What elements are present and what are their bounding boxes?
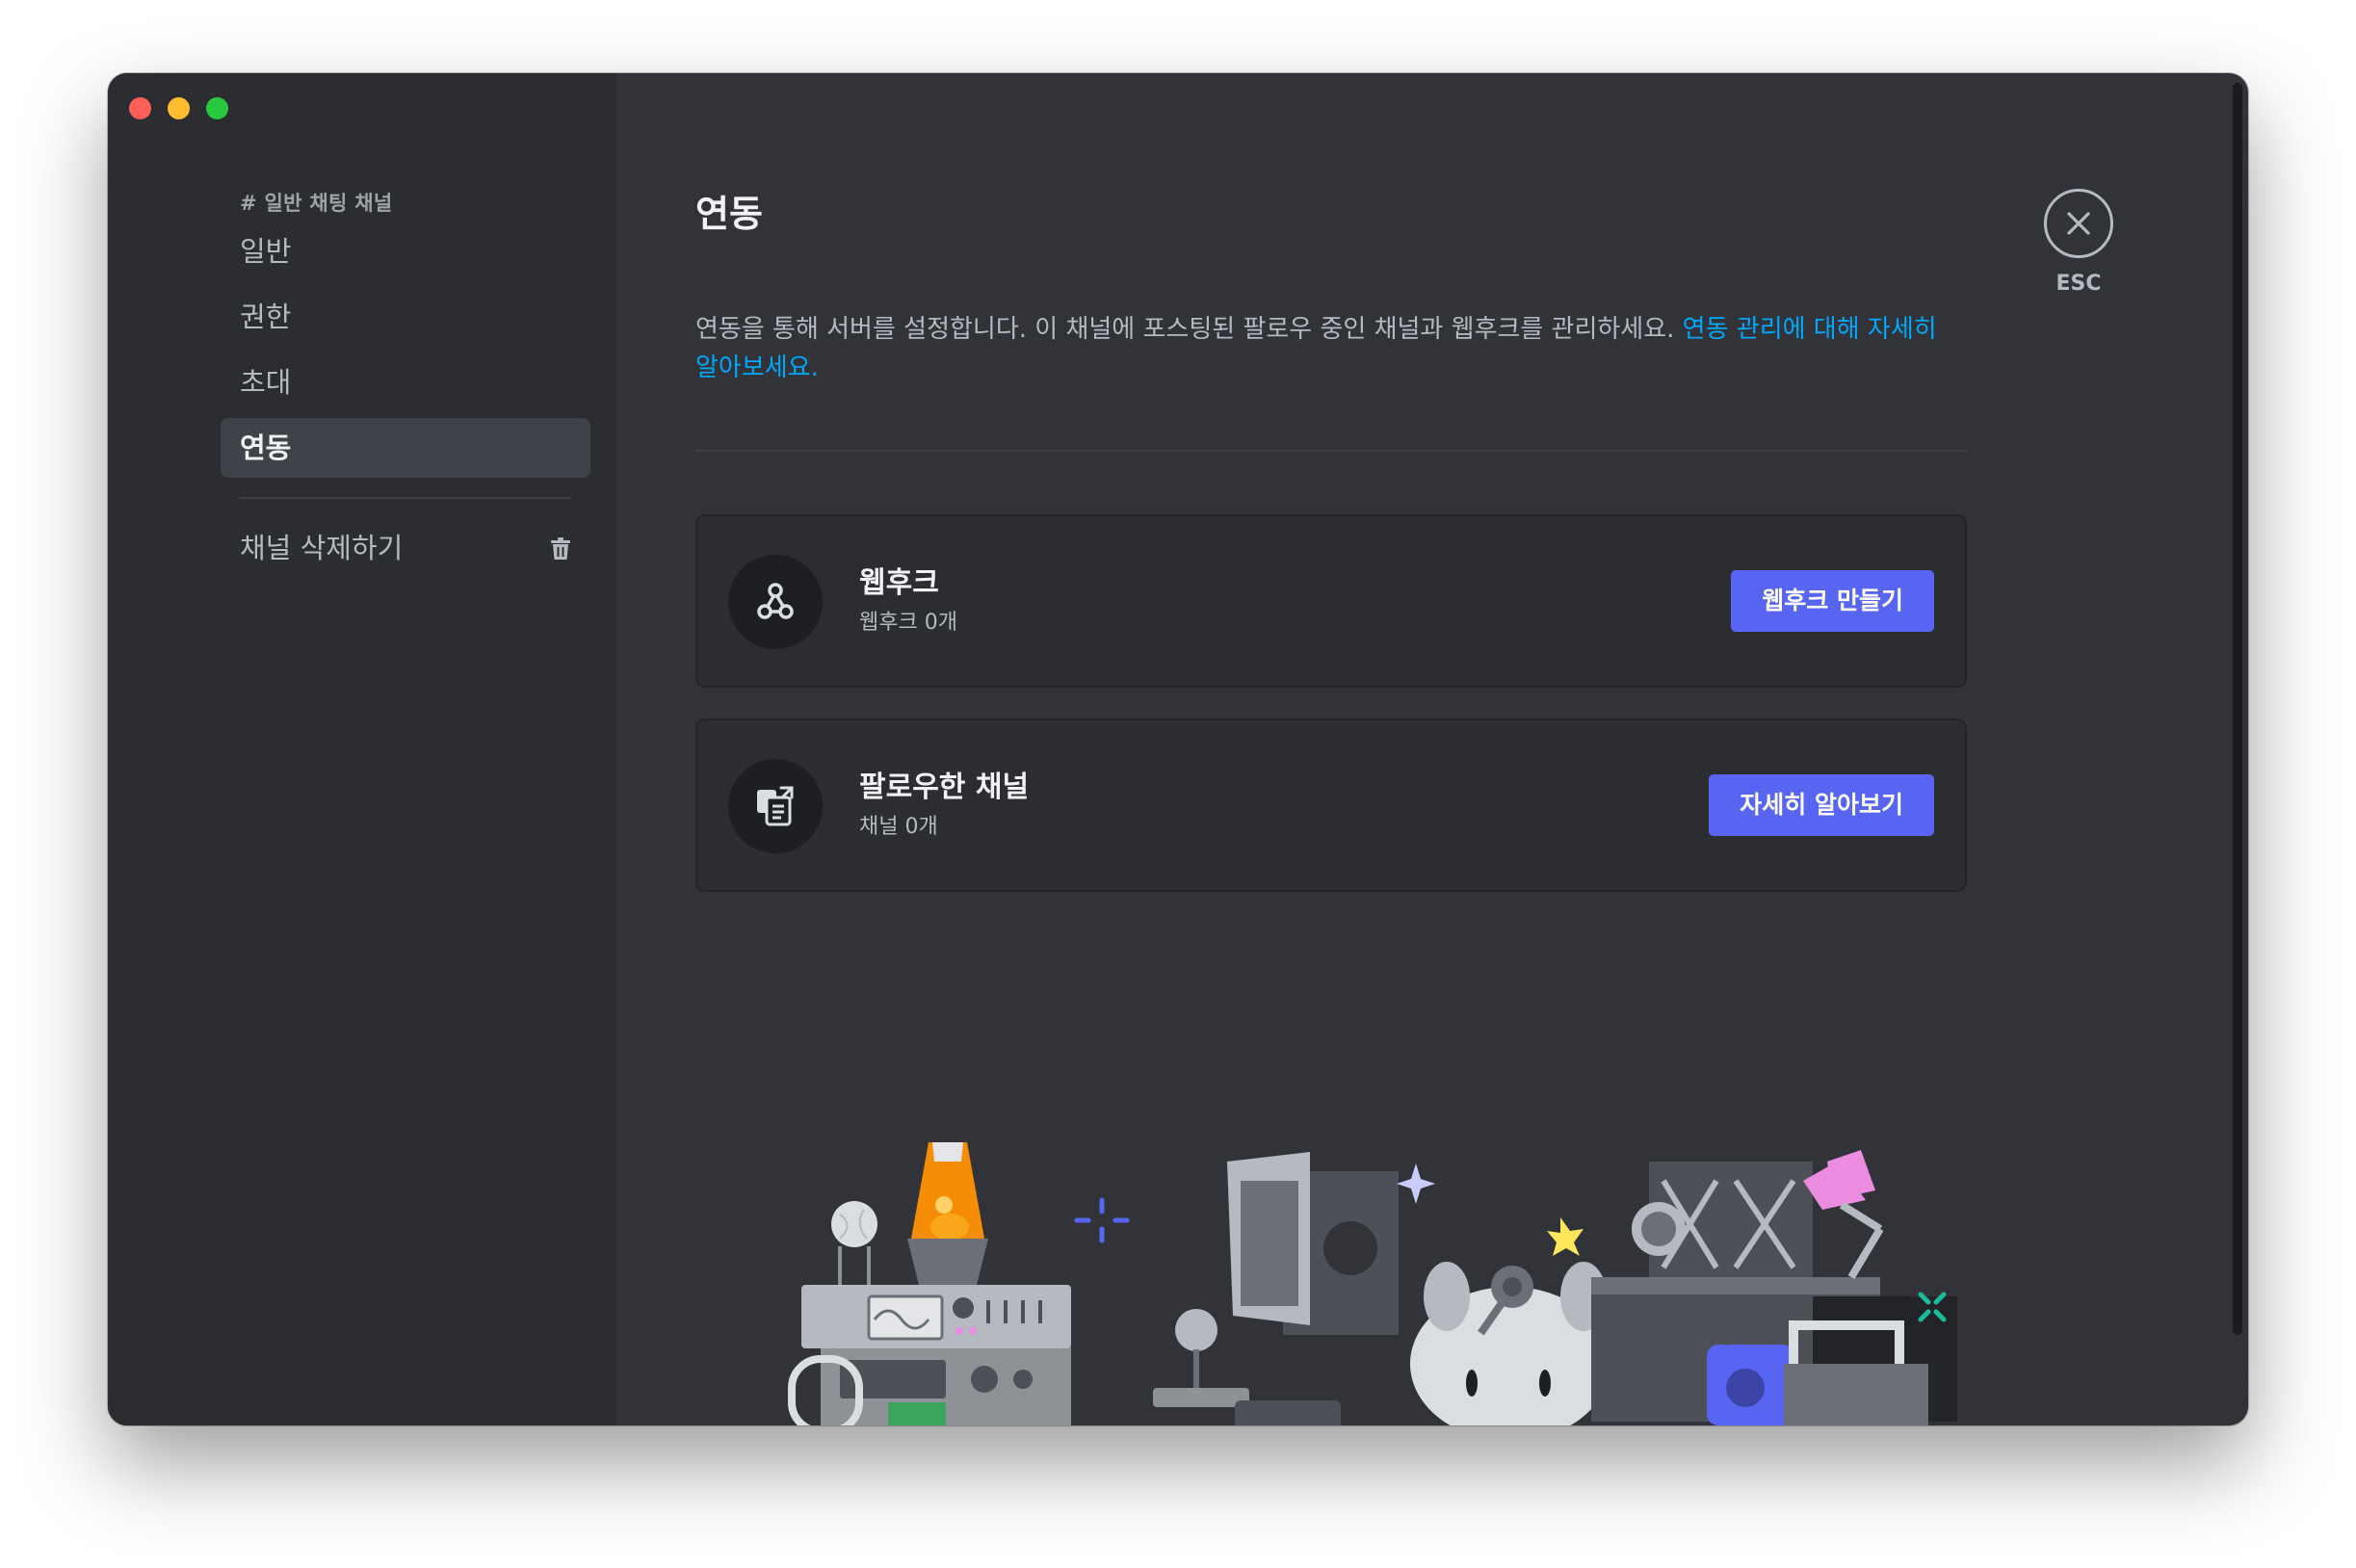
followed-channels-card: 팔로우한 채널 채널 0개 자세히 알아보기 — [695, 719, 1967, 892]
minimize-window-button[interactable] — [168, 97, 190, 119]
window-controls — [129, 97, 228, 119]
close-settings[interactable]: ESC — [2044, 189, 2113, 296]
esc-label: ESC — [2055, 272, 2102, 296]
close-icon — [2067, 212, 2090, 235]
delete-channel-button[interactable]: 채널 삭제하기 — [221, 518, 590, 578]
sidebar-item-integrations[interactable]: 연동 — [221, 418, 590, 478]
learn-more-button[interactable]: 자세히 알아보기 — [1709, 774, 1934, 836]
webhook-card: 웹후크 웹후크 0개 웹후크 만들기 — [695, 514, 1967, 688]
settings-nav: # 일반 채팅 채널 일반 권한 초대 연동 채널 삭제하기 — [221, 185, 590, 578]
followed-channels-count: 채널 0개 — [859, 815, 938, 839]
integrations-illustration — [788, 1142, 1957, 1425]
close-button[interactable] — [2044, 189, 2113, 258]
sidebar-item-general[interactable]: 일반 — [221, 222, 590, 281]
webhook-count: 웹후크 0개 — [859, 611, 957, 635]
scrollbar[interactable] — [2233, 83, 2242, 1335]
webhook-icon — [728, 555, 823, 649]
webhook-title: 웹후크 — [859, 566, 939, 600]
description-text: 연동을 통해 서버를 설정합니다. 이 채널에 포스팅된 팔로우 중인 채널과 … — [695, 315, 1683, 344]
sidebar-divider — [240, 497, 571, 499]
close-window-button[interactable] — [129, 97, 151, 119]
zoom-window-button[interactable] — [206, 97, 228, 119]
page-description: 연동을 통해 서버를 설정합니다. 이 채널에 포스팅된 팔로우 중인 채널과 … — [695, 310, 1957, 387]
sidebar-item-permissions[interactable]: 권한 — [221, 287, 590, 347]
channel-header: # 일반 채팅 채널 — [240, 192, 393, 215]
trash-icon — [551, 537, 570, 560]
followed-channel-icon — [728, 759, 823, 853]
page-title: 연동 — [695, 193, 763, 235]
app-window: # 일반 채팅 채널 일반 권한 초대 연동 채널 삭제하기 연동 연동을 통해… — [108, 73, 2248, 1425]
delete-channel-label: 채널 삭제하기 — [240, 532, 404, 564]
sidebar: # 일반 채팅 채널 일반 권한 초대 연동 채널 삭제하기 — [108, 73, 616, 1425]
followed-channels-title: 팔로우한 채널 — [859, 771, 1030, 804]
create-webhook-button[interactable]: 웹후크 만들기 — [1731, 570, 1934, 632]
section-divider — [695, 450, 1967, 452]
sidebar-item-invites[interactable]: 초대 — [221, 353, 590, 412]
